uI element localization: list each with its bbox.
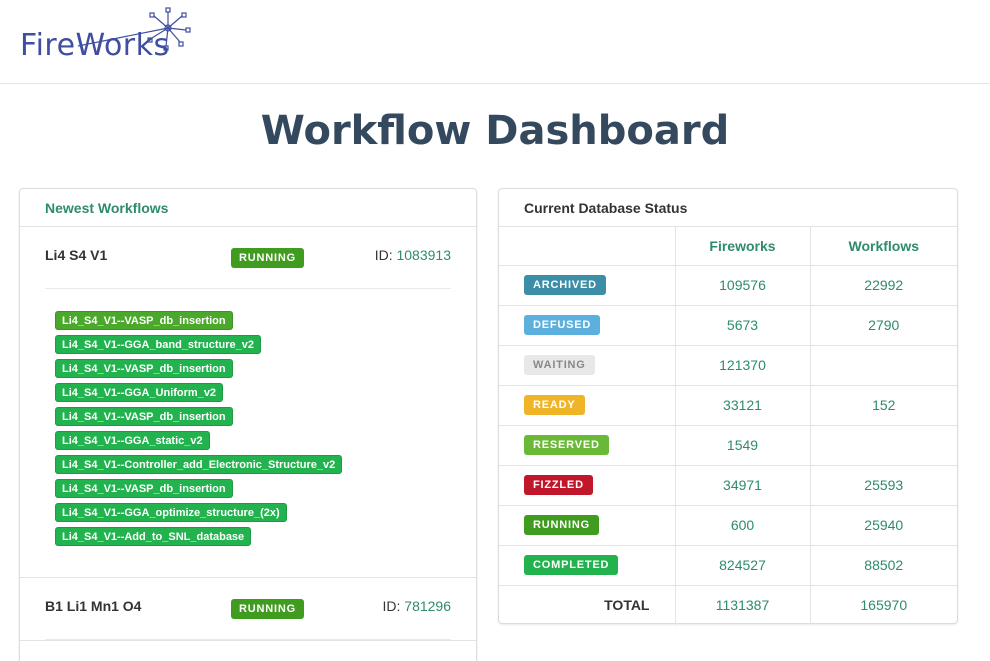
- top-navbar: FireWorks: [0, 0, 990, 84]
- workflows-count[interactable]: 2790: [810, 305, 957, 346]
- status-row-reserved: RESERVED 1549: [499, 425, 957, 466]
- fireworks-count[interactable]: 5673: [675, 305, 811, 346]
- state-badge-defused[interactable]: DEFUSED: [524, 315, 601, 335]
- status-row-defused: DEFUSED 5673 2790: [499, 305, 957, 346]
- fireworks-logo[interactable]: FireWorks: [18, 6, 198, 66]
- firework-chip[interactable]: Li4_S4_V1--Add_to_SNL_database: [55, 527, 252, 546]
- status-header-row: Fireworks Workflows: [499, 227, 957, 266]
- status-total-row: TOTAL 1131387 165970: [499, 585, 957, 625]
- status-row-fizzled: FIZZLED 34971 25593: [499, 465, 957, 506]
- workflow-item: Li4 S4 V1 RUNNING ID: 1083913 Li4_S4_V1-…: [20, 227, 476, 578]
- status-state-cell: COMPLETED: [499, 545, 676, 586]
- firework-list: Li4_S4_V1--VASP_db_insertion Li4_S4_V1--…: [20, 289, 476, 577]
- workflows-count[interactable]: 22992: [810, 265, 957, 306]
- workflow-state-badge: RUNNING: [231, 248, 304, 268]
- database-status-heading: Current Database Status: [499, 189, 957, 227]
- workflows-count[interactable]: 88502: [810, 545, 957, 586]
- status-row-running: RUNNING 600 25940: [499, 505, 957, 546]
- database-status-panel: Current Database Status Fireworks Workfl…: [498, 188, 958, 625]
- status-state-cell: READY: [499, 385, 676, 426]
- firework-chip[interactable]: Li4_S4_V1--VASP_db_insertion: [55, 479, 233, 498]
- fireworks-count[interactable]: 121370: [675, 345, 811, 386]
- state-badge-running[interactable]: RUNNING: [524, 515, 599, 535]
- workflow-id: ID: 781296: [383, 598, 452, 614]
- firework-chip[interactable]: Li4_S4_V1--VASP_db_insertion: [55, 311, 233, 330]
- workflows-column-header: Workflows: [810, 227, 957, 266]
- fireworks-count[interactable]: 33121: [675, 385, 811, 426]
- status-row-archived: ARCHIVED 109576 22992: [499, 265, 957, 306]
- state-badge-fizzled[interactable]: FIZZLED: [524, 475, 593, 495]
- state-badge-archived[interactable]: ARCHIVED: [524, 275, 606, 295]
- firework-chip[interactable]: Li4_S4_V1--Controller_add_Electronic_Str…: [55, 455, 343, 474]
- workflow-name: Li4 S4 V1: [45, 247, 108, 263]
- fireworks-total: 1131387: [675, 585, 811, 625]
- workflows-count[interactable]: 152: [810, 385, 957, 426]
- workflow-state-badge: RUNNING: [231, 599, 304, 619]
- status-state-cell: WAITING: [499, 345, 676, 386]
- workflow-name: B1 Li1 Mn1 O4: [45, 598, 142, 614]
- workflow-id-link[interactable]: 1083913: [396, 247, 451, 263]
- workflows-total: 165970: [860, 597, 908, 614]
- status-state-cell: RUNNING: [499, 505, 676, 546]
- state-badge-completed[interactable]: COMPLETED: [524, 555, 619, 575]
- status-state-cell: ARCHIVED: [499, 265, 676, 306]
- page-title: Workflow Dashboard: [260, 108, 730, 154]
- workflows-count[interactable]: 25593: [810, 465, 957, 506]
- workflow-id-label: ID:: [374, 247, 393, 263]
- status-state-cell: RESERVED: [499, 425, 676, 466]
- database-status-table: Fireworks Workflows ARCHIVED 109576 22992 D…: [499, 227, 957, 625]
- workflows-count[interactable]: 25940: [810, 505, 957, 546]
- status-row-ready: READY 33121 152: [499, 385, 957, 426]
- workflow-summary-row: B1 Li1 Mn1 O4 RUNNING ID: 781296: [45, 578, 451, 640]
- firework-chip[interactable]: Li4_S4_V1--GGA_Uniform_v2: [55, 383, 224, 402]
- workflows-count[interactable]: [810, 425, 957, 466]
- state-badge-ready[interactable]: READY: [524, 395, 585, 415]
- workflow-id-label: ID:: [382, 598, 401, 614]
- workflow-item: B1 Li1 Mn1 O4 RUNNING ID: 781296: [20, 578, 476, 641]
- firework-chip[interactable]: Li4_S4_V1--GGA_optimize_structure_(2x): [55, 503, 287, 522]
- status-row-completed: COMPLETED 824527 88502: [499, 545, 957, 586]
- state-badge-waiting[interactable]: WAITING: [524, 355, 595, 375]
- total-label: TOTAL: [499, 585, 676, 625]
- status-state-cell: FIZZLED: [499, 465, 676, 506]
- state-column-header: [499, 227, 676, 266]
- state-badge-reserved[interactable]: RESERVED: [524, 435, 609, 455]
- fireworks-count[interactable]: 600: [675, 505, 811, 546]
- fireworks-count[interactable]: 109576: [675, 265, 811, 306]
- newest-workflows-panel: Newest Workflows Li4 S4 V1 RUNNING ID: 1…: [19, 188, 477, 661]
- fireworks-count[interactable]: 34971: [675, 465, 811, 506]
- newest-workflows-heading: Newest Workflows: [20, 189, 476, 227]
- fireworks-count[interactable]: 824527: [675, 545, 811, 586]
- fireworks-column-header: Fireworks: [675, 227, 811, 266]
- brand-name: FireWorks: [20, 28, 170, 63]
- firework-chip[interactable]: Li4_S4_V1--VASP_db_insertion: [55, 407, 233, 426]
- firework-chip[interactable]: Li4_S4_V1--GGA_band_structure_v2: [55, 335, 261, 354]
- firework-chip[interactable]: Li4_S4_V1--GGA_static_v2: [55, 431, 210, 450]
- status-row-waiting: WAITING 121370: [499, 345, 957, 386]
- firework-chip[interactable]: Li4_S4_V1--VASP_db_insertion: [55, 359, 233, 378]
- status-state-cell: DEFUSED: [499, 305, 676, 346]
- workflow-summary-row: Li4 S4 V1 RUNNING ID: 1083913: [45, 227, 451, 289]
- workflow-id-link[interactable]: 781296: [404, 598, 451, 614]
- fireworks-count[interactable]: 1549: [675, 425, 811, 466]
- workflow-id: ID: 1083913: [375, 247, 451, 263]
- workflows-count[interactable]: [810, 345, 957, 386]
